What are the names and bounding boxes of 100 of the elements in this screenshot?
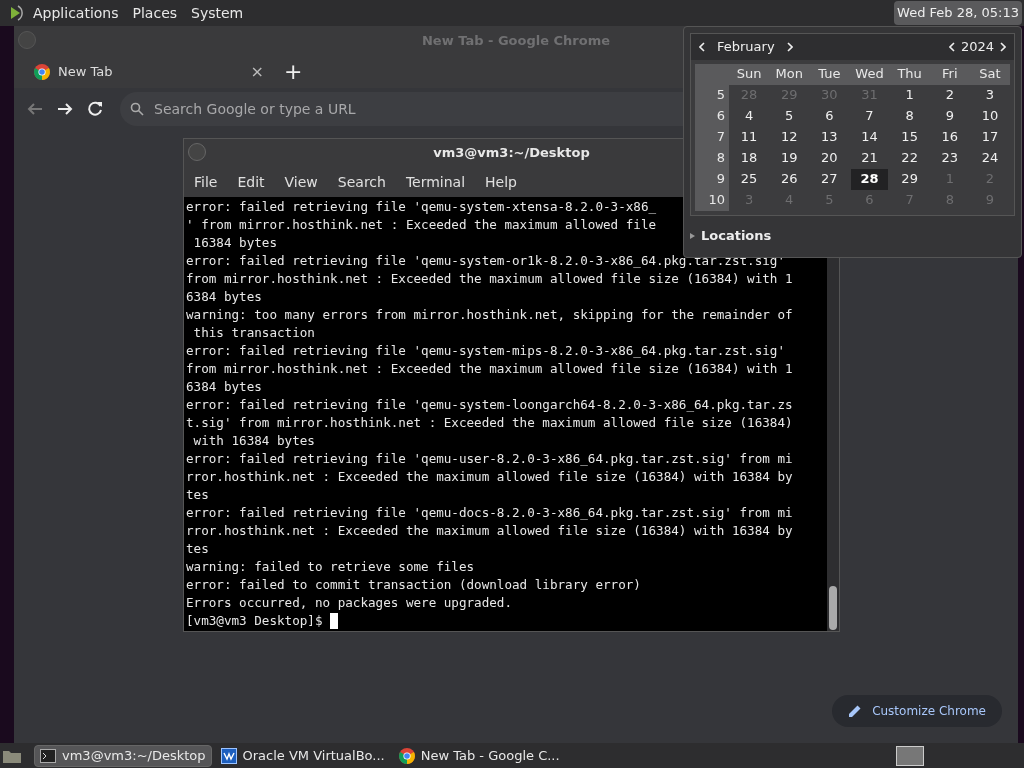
locations-expander[interactable]: Locations: [690, 226, 1015, 246]
calendar-day[interactable]: 10: [969, 106, 1010, 127]
terminal-line: error: failed retrieving file 'qemu-docs-8.2.0-3-x86_64.pkg.tar.zst.sig' from mi: [186, 504, 793, 522]
expander-icon: [690, 232, 695, 239]
tab-close[interactable]: ×: [250, 60, 264, 84]
terminal-line: t.sig' from mirror.hosthink.net : Exceeded the maximum allowed file size (16384): [186, 414, 793, 432]
weekday-header: Thu: [889, 64, 930, 85]
calendar-day[interactable]: 25: [729, 169, 770, 190]
weekday-header: Wed: [849, 64, 890, 85]
panel-menu[interactable]: System: [191, 2, 244, 24]
taskbar-button[interactable]: Oracle VM VirtualBo...: [215, 744, 390, 767]
app-window-icon: [220, 747, 237, 764]
customize-chrome-button[interactable]: Customize Chrome: [832, 695, 1002, 727]
next-year-icon[interactable]: [1000, 42, 1006, 52]
terminal-line: this transaction: [192, 324, 315, 342]
calendar-day[interactable]: 4: [729, 106, 770, 127]
workspace-switcher[interactable]: [896, 745, 924, 766]
new-tab-button[interactable]: +: [284, 61, 303, 83]
calendar-day[interactable]: 18: [729, 148, 770, 169]
browser-tab[interactable]: New Tab ×: [34, 56, 264, 88]
terminal-line: with 16384 bytes: [192, 432, 315, 450]
chrome-logo-icon: [398, 747, 415, 764]
terminal-menu[interactable]: View: [283, 171, 319, 193]
calendar-day[interactable]: 7: [849, 106, 890, 127]
calendar-day[interactable]: 24: [969, 148, 1010, 169]
week-number: 9: [695, 169, 729, 190]
previous-year-icon[interactable]: [948, 42, 955, 52]
taskbar-button[interactable]: New Tab - Google C...: [393, 744, 565, 767]
terminal-line: error: failed to commit transaction (download library error): [186, 576, 641, 594]
calendar-year: 2024: [960, 38, 994, 57]
terminal-menu[interactable]: Edit: [236, 171, 266, 193]
terminal-menu[interactable]: Terminal: [404, 171, 467, 193]
text-cursor: [330, 613, 339, 629]
week-number: 6: [695, 106, 729, 127]
week-number: 10: [695, 190, 729, 211]
calendar-day[interactable]: 20: [809, 148, 850, 169]
terminal-line: rror.hosthink.net : Exceeded the maximum allowed file size (16384) with 16384 by: [186, 468, 793, 486]
calendar-day[interactable]: 28: [851, 169, 888, 190]
calendar-day[interactable]: 12: [769, 127, 810, 148]
calendar-day[interactable]: 26: [769, 169, 810, 190]
calendar-day[interactable]: 13: [809, 127, 850, 148]
weekday-header: Tue: [809, 64, 850, 85]
terminal-line: error: failed retrieving file 'qemu-user-8.2.0-3-x86_64.pkg.tar.zst.sig' from mi: [186, 450, 793, 468]
terminal-menu[interactable]: File: [193, 171, 219, 193]
week-number: 5: [695, 85, 729, 106]
address-placeholder: Search Google or type a URL: [154, 99, 356, 119]
calendar-month: February: [717, 38, 775, 57]
terminal-line: warning: failed to retrieve some files: [186, 558, 475, 576]
calendar-day[interactable]: 17: [969, 127, 1010, 148]
taskbar-button[interactable]: vm3@vm3:~/Desktop: [34, 744, 212, 767]
calendar-day[interactable]: 8: [889, 106, 930, 127]
pencil-icon: [848, 704, 863, 718]
terminal-line: 6384 bytes: [186, 378, 262, 396]
calendar-day[interactable]: 6: [809, 106, 850, 127]
terminal-line: error: failed retrieving file 'qemu-system-xtensa-8.2.0-3-x86_: [186, 198, 657, 216]
terminal-icon: [40, 748, 56, 763]
weekday-header: Sun: [729, 64, 770, 85]
terminal-line: rror.hosthink.net : Exceeded the maximum allowed file size (16384) with 16384 by: [186, 522, 793, 540]
week-number: 8: [695, 148, 729, 169]
terminal-line: tes: [186, 540, 209, 558]
calendar-day[interactable]: 29: [889, 169, 930, 190]
weekday-header: Sat: [969, 64, 1010, 85]
terminal-line: from mirror.hosthink.net : Exceeded the maximum allowed file size (16384) with 1: [186, 360, 793, 378]
panel-menu[interactable]: Places: [132, 2, 178, 24]
scrollbar-thumb[interactable]: [829, 586, 837, 630]
calendar-day[interactable]: 16: [929, 127, 970, 148]
next-month-icon[interactable]: [786, 42, 793, 52]
calendar-day[interactable]: 15: [889, 127, 930, 148]
calendar-day[interactable]: 27: [809, 169, 850, 190]
calendar-day[interactable]: 14: [849, 127, 890, 148]
weekday-header: Fri: [929, 64, 970, 85]
terminal-line: error: failed retrieving file 'qemu-system-mips-8.2.0-3-x86_64.pkg.tar.zst.sig': [186, 342, 785, 360]
terminal-line: 16384 bytes: [192, 234, 277, 252]
terminal-line: 6384 bytes: [186, 288, 262, 306]
terminal-line: tes: [186, 486, 209, 504]
terminal-menu[interactable]: Search: [336, 171, 387, 193]
terminal-menu[interactable]: Help: [484, 171, 518, 193]
calendar-day[interactable]: 9: [929, 106, 970, 127]
terminal-line: Errors occurred, no packages were upgraded.: [186, 594, 513, 612]
terminal-line: error: failed retrieving file 'qemu-system-loongarch64-8.2.0-3-x86_64.pkg.tar.zs: [186, 396, 793, 414]
taskbar-label: New Tab - Google C...: [420, 746, 560, 765]
taskbar-label: vm3@vm3:~/Desktop: [62, 746, 206, 765]
terminal-line: ' from mirror.hosthink.net : Exceeded the maximum allowed file: [186, 216, 657, 234]
locations-label: Locations: [701, 227, 772, 245]
weekday-header: Mon: [769, 64, 810, 85]
calendar-day[interactable]: 11: [729, 127, 770, 148]
calendar-day[interactable]: 5: [769, 106, 810, 127]
panel-menu[interactable]: Applications: [33, 2, 119, 24]
calendar-day[interactable]: 21: [849, 148, 890, 169]
previous-month-icon[interactable]: [699, 42, 705, 52]
calendar-day[interactable]: 22: [889, 148, 930, 169]
calendar-day[interactable]: 19: [769, 148, 810, 169]
panel-clock[interactable]: Wed Feb 28, 05:13: [894, 1, 1022, 25]
calendar-day[interactable]: 23: [929, 148, 970, 169]
reload-icon[interactable]: [86, 100, 104, 118]
search-icon: [130, 102, 144, 116]
taskbar-label: Oracle VM VirtualBo...: [242, 746, 385, 765]
terminal-line: warning: too many errors from mirror.hosthink.net, skipping for the remainder of: [186, 306, 793, 324]
chrome-logo-icon: [34, 64, 50, 80]
window-title: vm3@vm3:~/Desktop: [433, 144, 590, 163]
